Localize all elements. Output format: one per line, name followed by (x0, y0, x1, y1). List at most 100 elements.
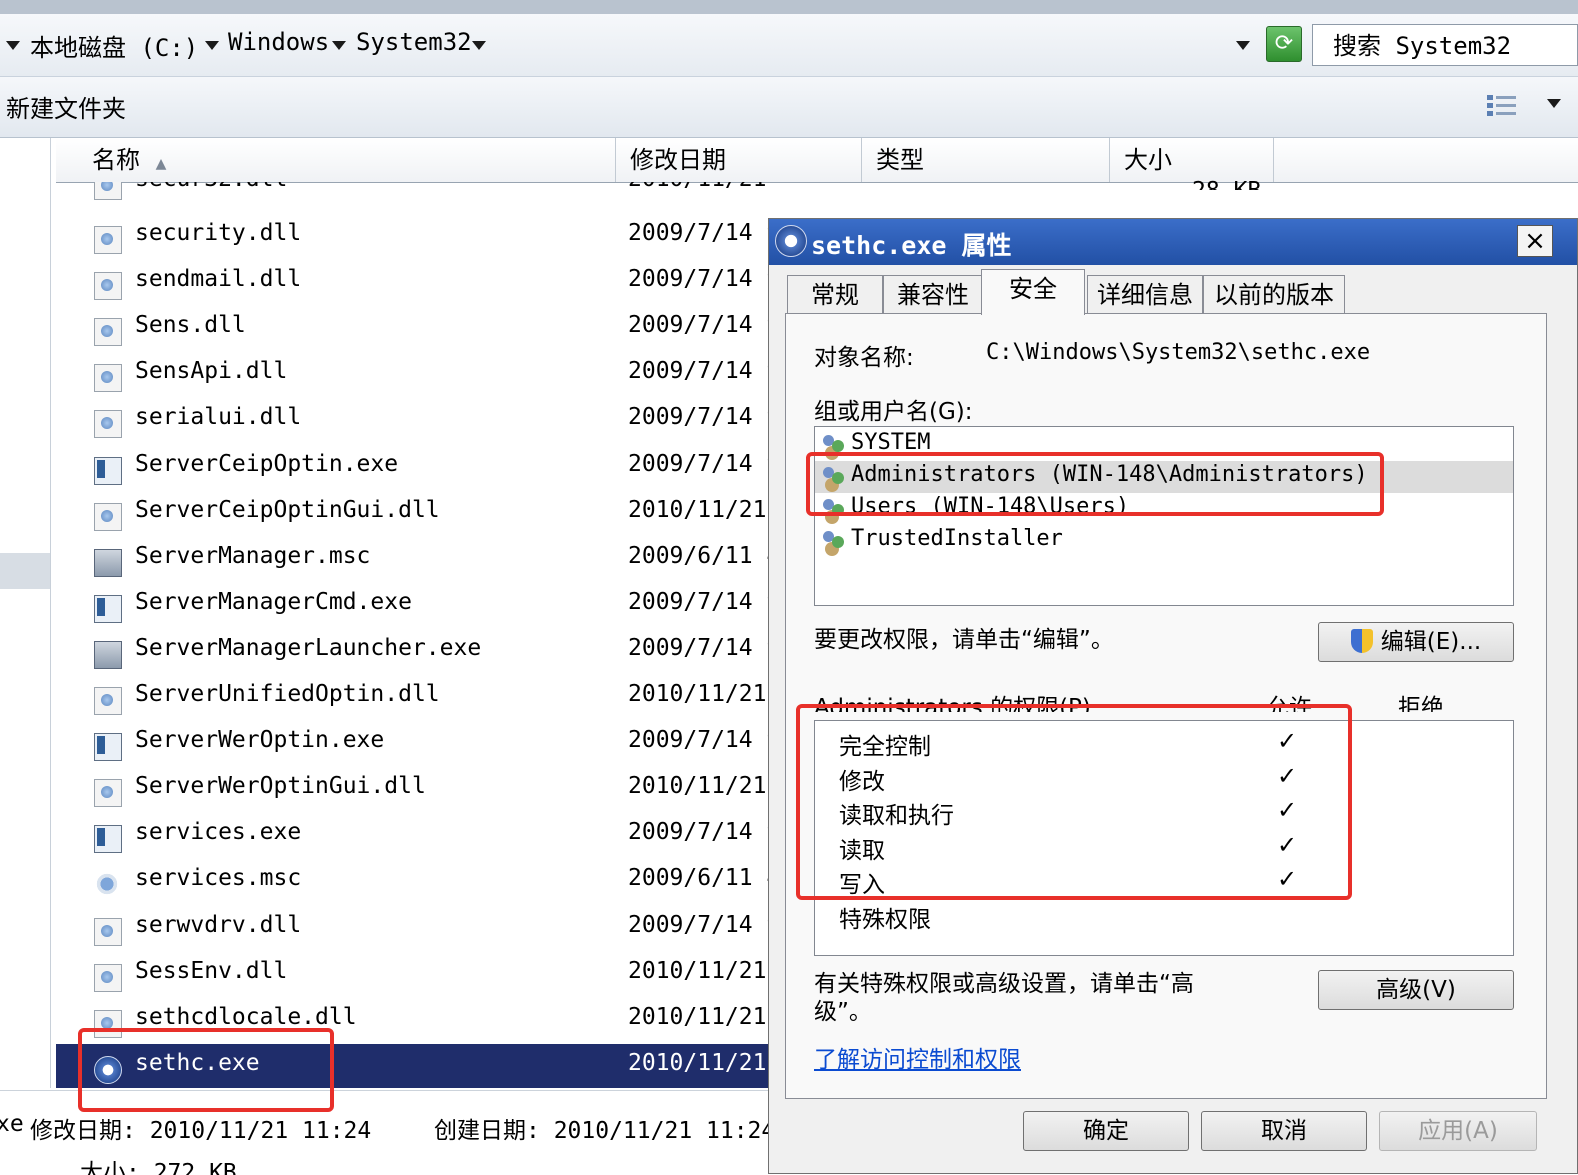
table-row[interactable]: ServerManager.msc 2009/6/11 4 (56, 537, 768, 583)
ok-button[interactable]: 确定 (1023, 1111, 1189, 1151)
group-list-label: 组或用户名(G): (814, 399, 973, 425)
column-header: 名称 ▲ 修改日期 类型 大小 (56, 138, 1578, 183)
file-name: serialui.dll (135, 404, 302, 431)
navigation-pane-selected-item[interactable] (0, 553, 50, 589)
allow-check-icon: ✓ (1277, 796, 1298, 825)
dll-icon (94, 687, 122, 715)
tab-details[interactable]: 详细信息 (1087, 275, 1203, 313)
object-name-value: C:\Windows\System32\sethc.exe (986, 340, 1371, 365)
breadcrumb-system32[interactable]: System32 (356, 28, 472, 56)
table-row[interactable]: ServerWerOptin.exe 2009/7/14 9 (56, 721, 768, 767)
permission-row: 写入 ✓ (815, 865, 1513, 899)
allow-check-icon: ✓ (1277, 865, 1298, 894)
file-name: ServerUnifiedOptin.dll (135, 681, 440, 707)
table-row[interactable]: security.dll 2009/7/14 9 (56, 214, 768, 260)
list-item[interactable]: Users (WIN-148\Users) (815, 493, 1513, 525)
allow-check-icon: ✓ (1277, 761, 1298, 790)
table-row[interactable]: services.exe 2009/7/14 9 (56, 813, 768, 859)
user-group-icon (821, 497, 847, 521)
deny-header: 拒绝 (1398, 695, 1444, 712)
close-button[interactable]: × (1517, 225, 1553, 257)
file-date: 2009/7/14 9 (628, 450, 768, 477)
breadcrumb-drive[interactable]: 本地磁盘 (C:) (30, 28, 198, 63)
exe-icon (94, 825, 122, 854)
list-item[interactable]: secur32.dll 2010/11/21 11:24 应用程序扩展 (56, 182, 768, 206)
table-row[interactable]: services.msc 2009/6/11 4 (56, 859, 768, 905)
breadcrumb-windows[interactable]: Windows (228, 28, 329, 56)
table-row[interactable]: sethcdlocale.dll 2010/11/21 (56, 998, 768, 1044)
group-user-list[interactable]: SYSTEM Administrators (WIN-148\Administra… (814, 426, 1514, 606)
view-options-icon[interactable] (1486, 92, 1518, 120)
permission-header-label: Administrators 的权限(P) (814, 695, 1091, 712)
permission-name: 完全控制 (839, 734, 931, 760)
tab-compatibility[interactable]: 兼容性 (883, 275, 983, 313)
user-group-icon (821, 529, 847, 553)
details-pane: xe 修改日期: 2010/11/21 11:24 创建日期: 2010/11/… (0, 1090, 775, 1175)
tab-security[interactable]: 安全 (981, 269, 1085, 315)
chevron-down-icon[interactable] (6, 41, 20, 50)
uac-shield-icon (1350, 629, 1373, 653)
table-row[interactable]: Sens.dll 2009/7/14 9 (56, 306, 768, 352)
column-type-header[interactable]: 类型 (862, 138, 1110, 182)
refresh-icon[interactable]: ⟳ (1266, 26, 1302, 62)
permission-row: 修改 ✓ (815, 762, 1513, 796)
file-name: sethcdlocale.dll (135, 1003, 357, 1030)
tab-previous-versions[interactable]: 以前的版本 (1203, 275, 1345, 313)
list-item[interactable]: Administrators (WIN-148\Administrators) (815, 461, 1513, 493)
search-input[interactable]: 搜索 System32 (1312, 24, 1578, 66)
properties-dialog[interactable]: sethc.exe 属性 × 常规 兼容性 安全 详细信息 以前的版本 对象名称… (768, 218, 1578, 1174)
table-row[interactable]: ServerUnifiedOptin.dll 2010/11/21 (56, 675, 768, 721)
file-date: 2009/7/14 9 (628, 220, 768, 246)
table-row[interactable]: SessEnv.dll 2010/11/21 (56, 952, 768, 998)
table-row[interactable]: ServerCeipOptinGui.dll 2010/11/21 (56, 491, 768, 537)
selected-file-row[interactable]: sethc.exe 2010/11/21 (56, 1043, 768, 1088)
apply-button[interactable]: 应用(A) (1379, 1111, 1537, 1151)
navigation-pane[interactable] (0, 138, 51, 1088)
file-name: Sens.dll (135, 312, 246, 339)
chevron-down-icon[interactable] (205, 41, 219, 50)
learn-access-control-link[interactable]: 了解访问控制和权限 (814, 1040, 1021, 1074)
tab-general[interactable]: 常规 (787, 275, 883, 313)
permission-list[interactable]: 完全控制 ✓ 修改 ✓ 读取和执行 ✓ 读取 ✓ 写入 ✓ 特殊权限 (814, 720, 1514, 956)
permission-name: 读取 (839, 837, 885, 864)
address-history-dropdown-icon[interactable] (1236, 41, 1250, 50)
file-date: 2009/6/11 4 (628, 865, 768, 892)
list-item[interactable]: SYSTEM (815, 429, 1513, 461)
chevron-down-icon[interactable] (472, 41, 486, 50)
file-name: serwvdrv.dll (135, 911, 302, 938)
edit-button-label: 编辑(E)... (1380, 629, 1482, 655)
exe-icon (94, 594, 122, 623)
table-row[interactable]: serwvdrv.dll 2009/7/14 9 (56, 906, 768, 952)
file-name: ServerManagerCmd.exe (135, 588, 412, 615)
table-row[interactable]: sendmail.dll 2009/7/14 9 (56, 260, 768, 306)
dll-icon (94, 318, 122, 347)
file-list[interactable]: secur32.dll 2010/11/21 11:24 应用程序扩展 secu… (56, 182, 768, 1088)
column-name-label: 名称 (92, 146, 140, 174)
chevron-down-icon[interactable] (332, 41, 346, 50)
column-modified-header[interactable]: 修改日期 (616, 138, 862, 182)
chevron-down-icon[interactable] (1547, 99, 1561, 108)
edit-button[interactable]: 编辑(E)... (1318, 622, 1514, 662)
dialog-title-bar[interactable]: sethc.exe 属性 × (769, 219, 1577, 265)
group-name: Administrators (WIN-148\Administrators) (851, 462, 1368, 487)
advanced-hint-line2: 级”。 (814, 999, 872, 1025)
table-row[interactable]: serialui.dll 2009/7/14 9 (56, 398, 768, 444)
table-row[interactable]: ServerManagerLauncher.exe 2009/7/14 9 (56, 629, 768, 675)
file-date: 2010/11/21 11:24 (628, 182, 768, 192)
cancel-button[interactable]: 取消 (1201, 1111, 1367, 1151)
file-date: 2009/7/14 9 (628, 819, 768, 846)
table-row[interactable]: ServerManagerCmd.exe 2009/7/14 9 (56, 583, 768, 629)
new-folder-button[interactable]: 新建文件夹 (6, 89, 126, 124)
file-date: 2010/11/21 (628, 496, 767, 523)
dll-icon (94, 364, 122, 393)
column-name-header[interactable]: 名称 ▲ (56, 138, 616, 182)
file-date: 2010/11/21 (628, 773, 767, 800)
table-row[interactable]: ServerCeipOptin.exe 2009/7/14 9 (56, 445, 768, 491)
allow-check-icon: ✓ (1277, 727, 1298, 755)
table-row[interactable]: SensApi.dll 2009/7/14 9 (56, 352, 768, 398)
advanced-button[interactable]: 高级(V) (1318, 970, 1514, 1010)
status-created: 创建日期: 2010/11/21 11:24 (434, 1118, 776, 1144)
list-item[interactable]: TrustedInstaller (815, 525, 1513, 557)
file-date: 2009/7/14 9 (628, 312, 768, 339)
table-row[interactable]: ServerWerOptinGui.dll 2010/11/21 (56, 767, 768, 813)
